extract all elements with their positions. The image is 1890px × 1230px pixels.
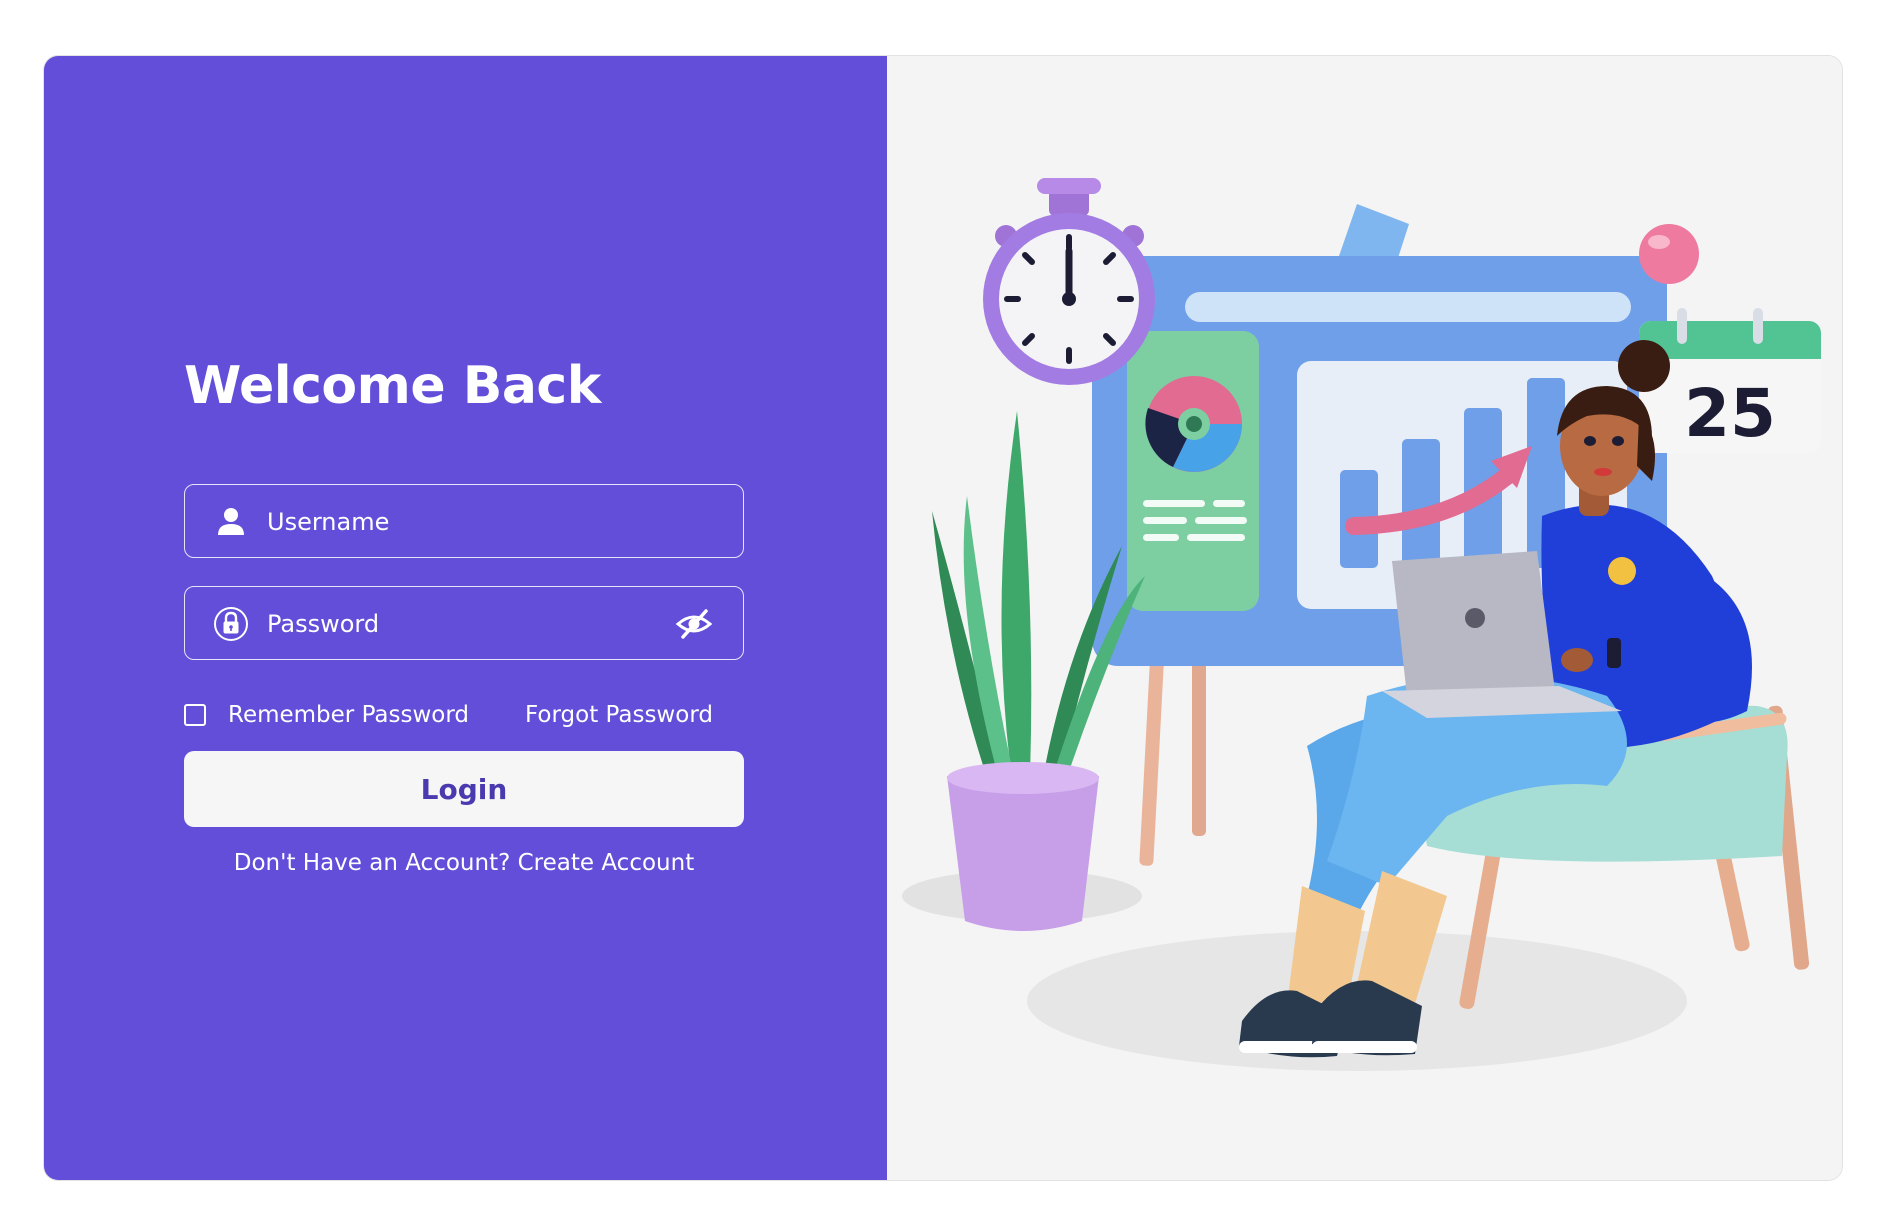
remember-label[interactable]: Remember Password	[228, 698, 469, 732]
password-placeholder: Password	[267, 610, 380, 638]
login-panel: Welcome Back Username Password Remember …	[44, 56, 887, 1180]
illustration: 25	[902, 178, 1821, 1071]
stopwatch-icon	[983, 178, 1155, 385]
create-account-link[interactable]: Create Account	[518, 850, 695, 876]
forgot-password-link[interactable]: Forgot Password	[525, 698, 713, 732]
calendar-number: 25	[1684, 375, 1776, 452]
signup-line: Don't Have an Account? Create Account	[184, 846, 744, 880]
remember-checkbox[interactable]	[184, 704, 206, 726]
login-options: Remember Password Forgot Password	[184, 698, 744, 732]
page-title: Welcome Back	[184, 356, 601, 416]
username-placeholder: Username	[267, 508, 390, 536]
login-button[interactable]: Login	[184, 751, 744, 827]
eye-off-icon[interactable]	[675, 606, 713, 642]
login-card: Welcome Back Username Password Remember …	[44, 56, 1842, 1180]
lock-icon	[214, 607, 248, 641]
pink-ball	[1639, 224, 1699, 284]
password-field[interactable]: Password	[184, 586, 744, 660]
user-icon	[218, 508, 244, 535]
username-field[interactable]: Username	[184, 484, 744, 558]
illustration-panel: 25	[887, 56, 1842, 1180]
calendar-icon: 25	[1639, 308, 1821, 453]
signup-prefix: Don't Have an Account?	[233, 850, 511, 876]
